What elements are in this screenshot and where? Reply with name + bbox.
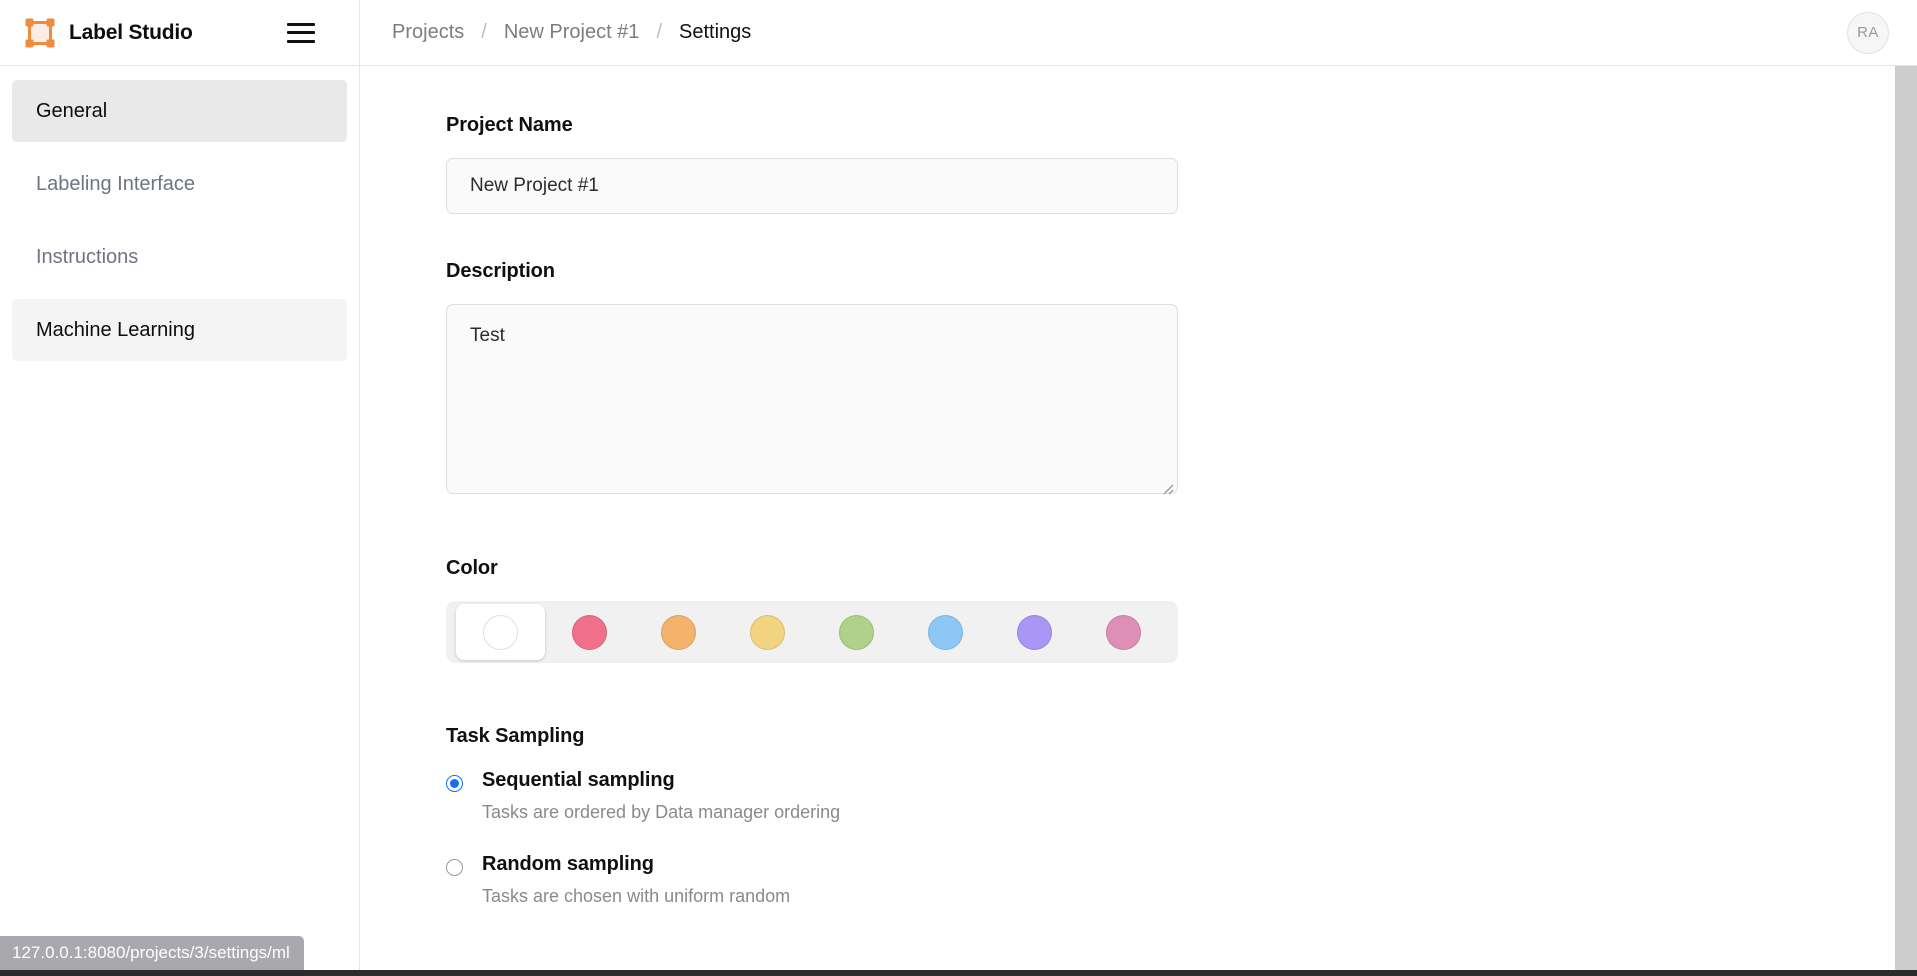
radio-texts: Sequential sampling Tasks are ordered by… bbox=[482, 769, 840, 845]
description-label: Description bbox=[446, 260, 1121, 283]
color-option-red[interactable] bbox=[545, 601, 634, 663]
status-bar-url: 127.0.0.1:8080/projects/3/settings/ml bbox=[0, 936, 304, 970]
color-option-yellow[interactable] bbox=[723, 601, 812, 663]
hamburger-menu-icon[interactable] bbox=[287, 23, 315, 43]
radio-button-icon[interactable] bbox=[446, 859, 463, 876]
window-bottom-edge bbox=[0, 970, 1917, 976]
color-field: Color bbox=[446, 557, 1121, 663]
color-swatch-icon bbox=[1106, 615, 1141, 650]
label-studio-settings-page: Label Studio Projects / New Project #1 /… bbox=[0, 0, 1917, 976]
project-name-field: Project Name bbox=[446, 114, 1121, 214]
project-name-input[interactable] bbox=[446, 158, 1178, 214]
breadcrumb-item-project[interactable]: New Project #1 bbox=[504, 21, 640, 44]
bounding-box-icon bbox=[25, 18, 55, 48]
sidebar-item-general[interactable]: General bbox=[12, 80, 347, 142]
avatar[interactable]: RA bbox=[1847, 12, 1889, 54]
color-swatch-icon bbox=[1017, 615, 1052, 650]
color-swatch-icon bbox=[483, 615, 518, 650]
brand-name: Label Studio bbox=[69, 21, 193, 45]
color-swatch-icon bbox=[928, 615, 963, 650]
color-swatch-icon bbox=[839, 615, 874, 650]
description-textarea-wrap: Test bbox=[446, 304, 1178, 499]
task-sampling-label: Task Sampling bbox=[446, 725, 1121, 748]
sidebar-item-instructions[interactable]: Instructions bbox=[12, 226, 347, 288]
sidebar-item-label: General bbox=[36, 100, 107, 123]
color-option-none[interactable] bbox=[456, 604, 545, 660]
settings-main-panel: Project Name Description Test bbox=[361, 66, 1895, 976]
color-option-orange[interactable] bbox=[634, 601, 723, 663]
brand-zone: Label Studio bbox=[0, 0, 360, 65]
sidebar-item-labeling-interface[interactable]: Labeling Interface bbox=[12, 153, 347, 215]
scrollbar-thumb[interactable] bbox=[1895, 66, 1917, 366]
radio-description: Tasks are ordered by Data manager orderi… bbox=[482, 802, 840, 823]
sidebar-item-label: Labeling Interface bbox=[36, 173, 195, 196]
color-label: Color bbox=[446, 557, 1121, 580]
description-field: Description Test bbox=[446, 260, 1121, 499]
task-sampling-field: Task Sampling Sequential sampling Tasks … bbox=[446, 725, 1121, 929]
breadcrumb-item-settings: Settings bbox=[679, 21, 751, 44]
breadcrumb-item-projects[interactable]: Projects bbox=[392, 21, 464, 44]
avatar-zone: RA bbox=[1847, 0, 1917, 65]
color-option-pink[interactable] bbox=[1079, 601, 1168, 663]
page-scrollbar[interactable] bbox=[1895, 66, 1917, 976]
color-option-blue[interactable] bbox=[901, 601, 990, 663]
color-option-green[interactable] bbox=[812, 601, 901, 663]
sidebar-item-machine-learning[interactable]: Machine Learning bbox=[12, 299, 347, 361]
radio-title: Sequential sampling bbox=[482, 769, 840, 792]
color-swatch-icon bbox=[572, 615, 607, 650]
color-swatch-icon bbox=[750, 615, 785, 650]
color-picker bbox=[446, 601, 1178, 663]
project-name-label: Project Name bbox=[446, 114, 1121, 137]
breadcrumb: Projects / New Project #1 / Settings bbox=[360, 0, 751, 65]
color-swatch-icon bbox=[661, 615, 696, 650]
breadcrumb-separator: / bbox=[464, 21, 504, 44]
radio-texts: Random sampling Tasks are chosen with un… bbox=[482, 853, 790, 929]
radio-option-sequential-sampling[interactable]: Sequential sampling Tasks are ordered by… bbox=[446, 769, 1121, 845]
color-option-purple[interactable] bbox=[990, 601, 1079, 663]
radio-title: Random sampling bbox=[482, 853, 790, 876]
radio-option-random-sampling[interactable]: Random sampling Tasks are chosen with un… bbox=[446, 853, 1121, 929]
general-settings-form: Project Name Description Test bbox=[361, 66, 1121, 929]
description-textarea[interactable]: Test bbox=[446, 304, 1178, 494]
radio-description: Tasks are chosen with uniform random bbox=[482, 886, 790, 907]
breadcrumb-separator: / bbox=[639, 21, 679, 44]
radio-button-icon[interactable] bbox=[446, 775, 463, 792]
task-sampling-radio-group: Sequential sampling Tasks are ordered by… bbox=[446, 769, 1121, 929]
top-bar: Label Studio Projects / New Project #1 /… bbox=[0, 0, 1917, 66]
settings-sidebar: General Labeling Interface Instructions … bbox=[0, 66, 360, 976]
sidebar-item-label: Machine Learning bbox=[36, 319, 195, 342]
sidebar-item-label: Instructions bbox=[36, 246, 138, 269]
